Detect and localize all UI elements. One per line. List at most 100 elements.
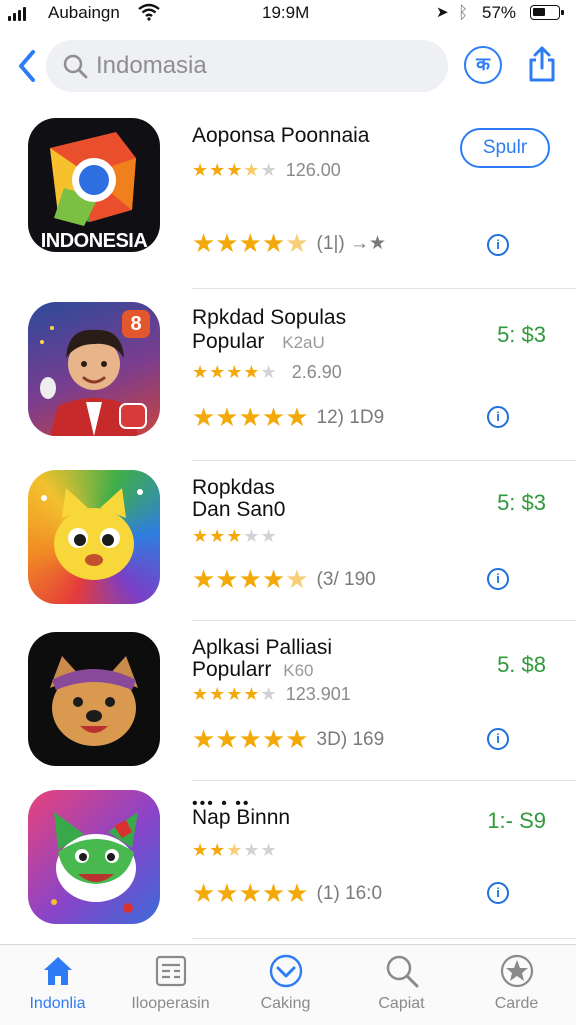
- rating-count: 2.6.90: [291, 362, 342, 382]
- price-label[interactable]: 5: $3: [497, 490, 546, 516]
- divider: [192, 620, 576, 621]
- app-title[interactable]: Aoponsa Poonnaia: [192, 124, 370, 148]
- rating-stars: ★★★★: [192, 362, 261, 382]
- cat-mascot-icon: [41, 488, 143, 580]
- app-title-line1[interactable]: Rpkdad Sopulas: [192, 306, 346, 330]
- list-icon: [155, 955, 186, 987]
- half-star-icon: ★: [285, 228, 309, 258]
- home-icon: [43, 957, 72, 985]
- app-icon-2[interactable]: 8: [28, 302, 160, 436]
- heart-circle-icon: [269, 954, 302, 988]
- account-button[interactable]: क: [464, 46, 502, 84]
- big-rating: ★★★★ ★ (3/ 190: [192, 564, 376, 595]
- app-title-line1[interactable]: Ropkdas: [192, 476, 275, 500]
- small-rating: ★★★★ ★ 2.6.90: [192, 362, 342, 383]
- carrier-name: Aubaingn: [48, 3, 120, 22]
- app-row-3[interactable]: Ropkdas Dan San0 ★★★ ★★ ★★★★ ★ (3/ 190 5: …: [0, 470, 576, 630]
- rating-stars: ★★★★★: [192, 878, 309, 908]
- rating-stars: ★★★★★: [192, 402, 309, 432]
- signal-icon: [8, 7, 26, 21]
- title-word: Popularr: [192, 658, 272, 681]
- price-label[interactable]: 5. $8: [497, 652, 546, 678]
- title-word: Popular: [192, 330, 265, 353]
- half-star-icon: ★: [285, 564, 309, 594]
- empty-star-icon: ★: [260, 160, 278, 180]
- status-time: 19:9M: [262, 3, 310, 22]
- rating-stars: ★★★★: [192, 684, 261, 704]
- info-icon[interactable]: i: [487, 234, 509, 256]
- search-icon: [386, 955, 418, 988]
- tab-label: Indonlia: [29, 995, 86, 1012]
- empty-star-icon: ★★: [243, 526, 278, 546]
- app-icon-3[interactable]: [28, 470, 160, 604]
- rating-stars: ★★: [192, 840, 227, 860]
- star-circle-icon: [500, 954, 533, 988]
- battery-icon: [530, 5, 564, 20]
- app-title-line2[interactable]: Nap Binnn: [192, 806, 290, 830]
- divider: [192, 288, 576, 289]
- dog-mascot-icon: [50, 656, 138, 746]
- empty-star-icon: ★★: [243, 840, 278, 860]
- empty-star-icon: ★: [260, 684, 278, 704]
- back-chevron-icon[interactable]: [14, 48, 40, 84]
- rating-stars: ★★★: [192, 526, 244, 546]
- app-icon-1[interactable]: INDONESIA: [28, 118, 160, 252]
- review-count: (3/ 190: [316, 568, 376, 590]
- big-rating: ★★★★ ★ (1|) →★: [192, 228, 386, 259]
- tab-home[interactable]: Indonlia: [0, 953, 115, 1013]
- info-icon[interactable]: i: [487, 406, 509, 428]
- small-rating: ★★★ ★ ★ 126.00: [192, 160, 341, 181]
- badge-icon: 8: [122, 310, 150, 338]
- small-rating: ★★★★★: [192, 526, 278, 547]
- tab-label: Caking: [260, 995, 311, 1012]
- share-icon[interactable]: [526, 44, 558, 84]
- bluetooth-icon: ᛒ: [458, 3, 469, 22]
- tab-bar: Indonlia Ilooperasin Caking Capiat Carde: [0, 944, 576, 1025]
- price-label[interactable]: 1:- S9: [487, 808, 546, 834]
- tab-label: Capiat: [378, 995, 425, 1012]
- half-star-icon: ★: [226, 840, 244, 860]
- tab-carde[interactable]: Carde: [459, 953, 574, 1013]
- tab-caking[interactable]: Caking: [228, 953, 343, 1013]
- divider: [192, 460, 576, 461]
- app-title-line2[interactable]: Popularr K60: [192, 658, 313, 683]
- title-extra: K60: [283, 661, 314, 680]
- review-count: 3D) 169: [316, 728, 385, 750]
- small-rating: ★★★★ ★ 123.901: [192, 684, 351, 705]
- app-title-line2[interactable]: Popular K2aU: [192, 330, 325, 355]
- info-icon[interactable]: i: [487, 728, 509, 750]
- big-rating: ★★★★★ (1) 16:0: [192, 878, 382, 909]
- title-extra: K2aU: [282, 333, 325, 352]
- app-title-line1[interactable]: Aplkasi Palliasi: [192, 636, 332, 660]
- tab-list[interactable]: Ilooperasin: [113, 953, 228, 1013]
- tab-search[interactable]: Capiat: [344, 953, 459, 1013]
- price-label[interactable]: 5: $3: [497, 322, 546, 348]
- rating-count: 123.901: [285, 684, 351, 704]
- tab-label: Carde: [494, 995, 539, 1012]
- info-icon[interactable]: i: [487, 568, 509, 590]
- location-icon: ➤: [436, 4, 449, 21]
- small-rating: ★★★★★: [192, 840, 278, 861]
- rating-count: 126.00: [285, 160, 341, 180]
- empty-star-icon: ★: [260, 362, 278, 382]
- review-count: (1|) →★: [316, 233, 387, 254]
- app-icon-5[interactable]: [28, 790, 160, 924]
- big-rating: ★★★★★ 12) 1D9: [192, 402, 384, 433]
- search-query[interactable]: Indomasia: [96, 52, 207, 80]
- app-row-4[interactable]: Aplkasi Palliasi Popularr K60 ★★★★ ★ 123.…: [0, 632, 576, 792]
- wifi-icon: [138, 3, 160, 21]
- search-field[interactable]: Indomasia: [46, 40, 448, 92]
- battery-percent: 57%: [482, 3, 517, 22]
- divider: [192, 938, 576, 939]
- app-row-2[interactable]: 8 Rpkdad Sopulas Popular K2aU ★★★★ ★ 2.6.…: [0, 302, 576, 462]
- big-rating: ★★★★★ 3D) 169: [192, 724, 384, 755]
- rating-stars: ★★★★: [192, 564, 286, 594]
- app-row-1[interactable]: INDONESIA Aoponsa Poonnaia ★★★ ★ ★ 126.00 …: [0, 118, 576, 278]
- search-icon: [63, 54, 88, 79]
- app-title-line2[interactable]: Dan San0: [192, 498, 285, 522]
- app-row-5[interactable]: ••• • •• Nap Binnn ★★ ★ ★★ ★★★★★ (1) 16:0 …: [0, 790, 576, 950]
- app-icon-4[interactable]: [28, 632, 160, 766]
- get-button[interactable]: Spulr: [460, 128, 550, 168]
- review-count: 12) 1D9: [316, 406, 385, 428]
- info-icon[interactable]: i: [487, 882, 509, 904]
